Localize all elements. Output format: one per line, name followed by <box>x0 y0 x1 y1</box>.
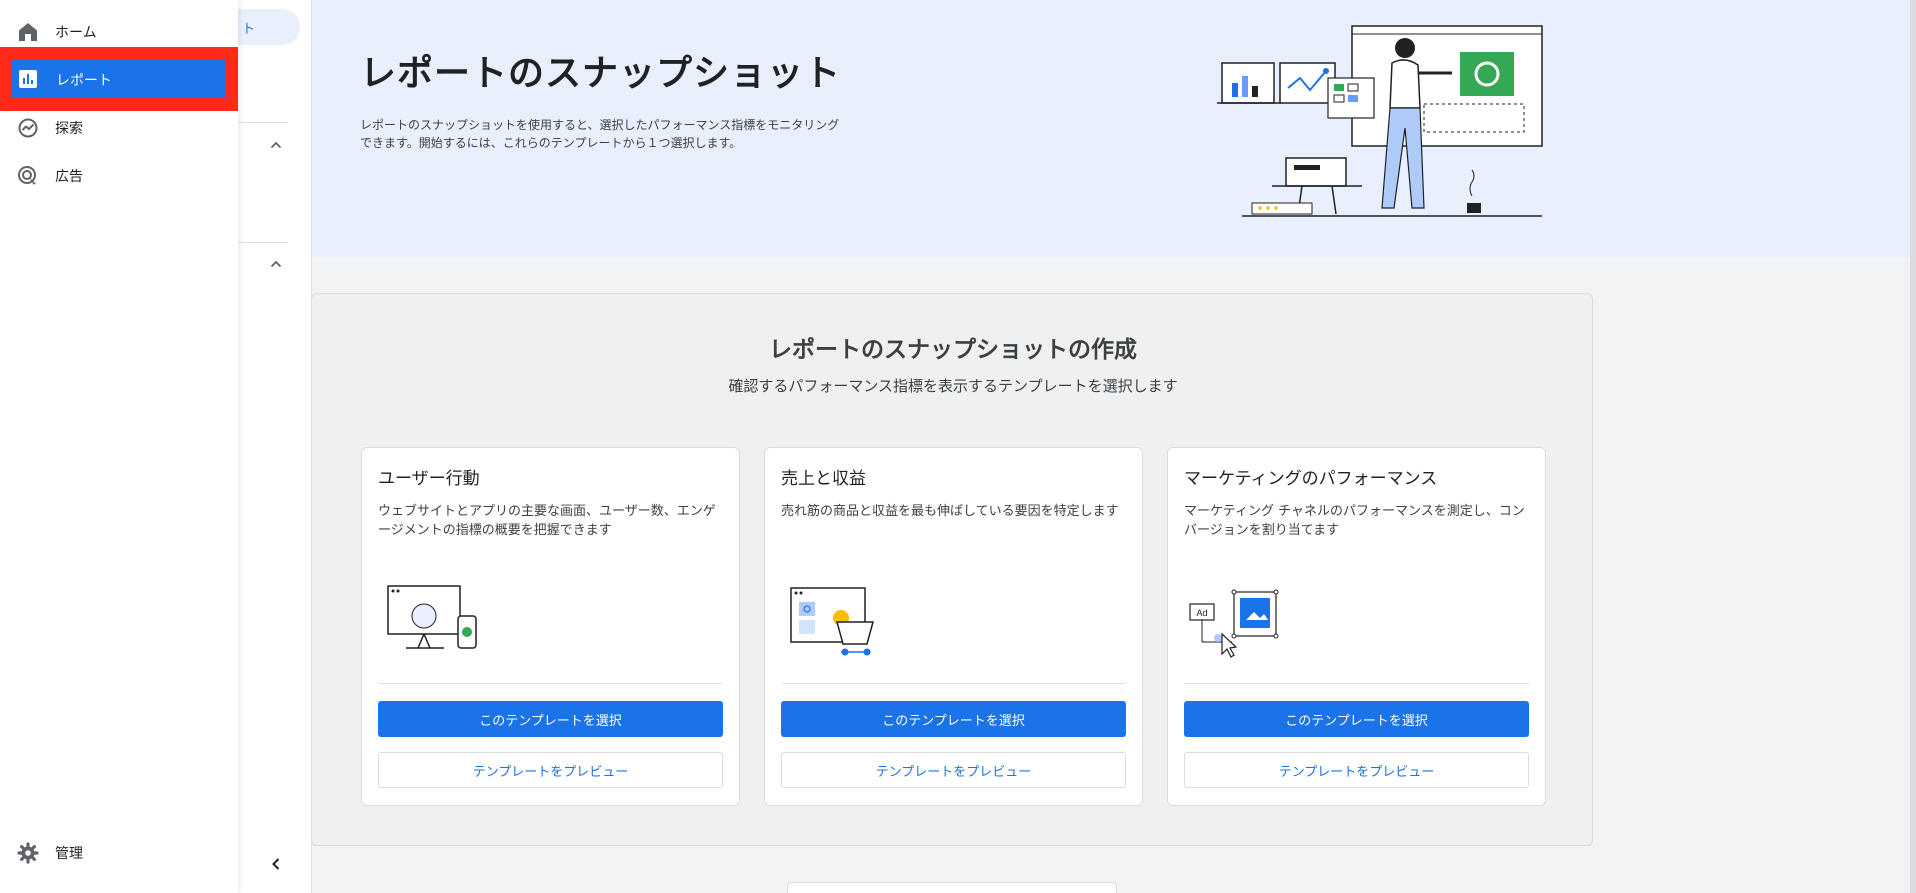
card-description: ウェブサイトとアプリの主要な画面、ユーザー数、エンゲージメントの指標の概要を把握… <box>378 504 716 538</box>
explore-icon <box>18 118 38 138</box>
create-snapshot-panel: レポートのスナップショットの作成 確認するパフォーマンス指標を表示するテンプレー… <box>311 293 1593 846</box>
monitor-phone-illustration <box>387 585 477 649</box>
nav-item-active-background: レポート <box>12 59 226 98</box>
partial-bottom-card <box>787 882 1117 893</box>
card-divider <box>1184 683 1529 684</box>
card-description: 売れ筋の商品と収益を最も伸ばしている要因を特定します <box>781 504 1119 519</box>
panel-subtitle: 確認するパフォーマンス指標を表示するテンプレートを選択します <box>728 377 1178 395</box>
ad-click-illustration: Ad <box>1189 589 1279 658</box>
card-title: ユーザー行動 <box>378 469 480 489</box>
nav-item-label: 広告 <box>55 169 83 185</box>
preview-template-button[interactable]: テンプレートをプレビュー <box>378 752 723 788</box>
panel-title: レポートのスナップショットの作成 <box>769 337 1137 363</box>
select-template-button[interactable]: このテンプレートを選択 <box>781 701 1126 737</box>
nav-item-label: 管理 <box>55 846 83 862</box>
preview-template-button[interactable]: テンプレートをプレビュー <box>1184 752 1529 788</box>
hero-illustration <box>1217 25 1543 217</box>
gear-icon <box>17 842 39 864</box>
page-title: レポートのスナップショット <box>360 53 842 94</box>
ad-label: Ad <box>1196 608 1207 618</box>
template-card-user-behavior: ユーザー行動 ウェブサイトとアプリの主要な画面、ユーザー数、エンゲージメントの指… <box>361 447 740 806</box>
home-icon <box>19 23 37 41</box>
nav-drawer: ホーム レポート 探索 広告 管理 <box>0 0 238 893</box>
bar-chart-icon <box>19 70 37 88</box>
template-card-marketing-performance: マーケティングのパフォーマンス マーケティング チャネルのパフォーマンスを測定し… <box>1167 447 1546 806</box>
advertising-icon <box>18 166 36 185</box>
template-card-sales-revenue: 売上と収益 売れ筋の商品と収益を最も伸ばしている要因を特定します このテンプレー… <box>764 447 1143 806</box>
nav-item-label: ホーム <box>55 25 97 41</box>
select-template-button[interactable]: このテンプレートを選択 <box>378 701 723 737</box>
chevron-left-icon[interactable] <box>268 856 284 872</box>
card-divider <box>781 683 1126 684</box>
nav-item-admin[interactable]: 管理 <box>0 829 238 877</box>
subnav-divider <box>238 242 288 243</box>
nav-item-label: レポート <box>56 73 112 89</box>
chevron-up-icon[interactable] <box>268 137 284 153</box>
card-description: マーケティング チャネルのパフォーマンスを測定し、コンバージョンを割り当てます <box>1184 504 1525 538</box>
nav-item-reports[interactable]: レポート <box>0 47 238 111</box>
chevron-up-icon[interactable] <box>268 256 284 272</box>
subnav-active-item[interactable]: ト <box>238 9 300 45</box>
page-scrollbar[interactable] <box>1910 0 1916 893</box>
card-title: 売上と収益 <box>781 469 866 489</box>
nav-item-label: 探索 <box>55 121 83 137</box>
secondary-nav: ト <box>238 0 312 893</box>
preview-template-button[interactable]: テンプレートをプレビュー <box>781 752 1126 788</box>
select-template-button[interactable]: このテンプレートを選択 <box>1184 701 1529 737</box>
subnav-divider <box>238 122 288 123</box>
card-divider <box>378 683 723 684</box>
shopping-cart-illustration <box>790 587 874 656</box>
nav-item-advertising[interactable]: 広告 <box>0 152 238 200</box>
nav-item-explore[interactable]: 探索 <box>0 104 238 152</box>
card-title: マーケティングのパフォーマンス <box>1184 469 1438 489</box>
hero-banner: レポートのスナップショット レポートのスナップショットを使用すると、選択したパフ… <box>312 0 1916 257</box>
page-description: レポートのスナップショットを使用すると、選択したパフォーマンス指標をモニタリング… <box>360 118 840 150</box>
